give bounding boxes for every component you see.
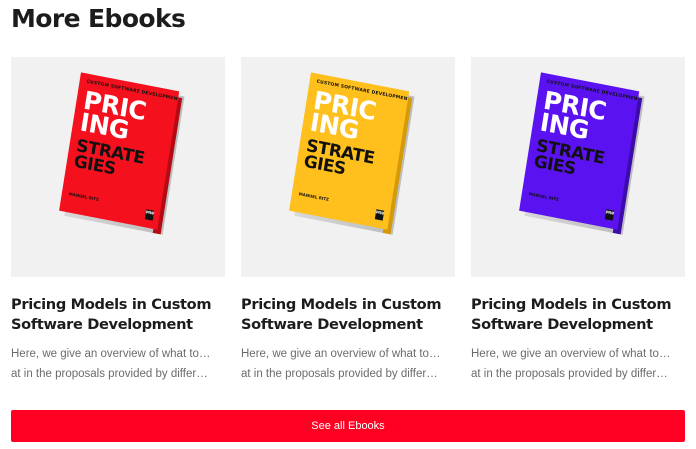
ebook-title-line[interactable]: Pricing Models in Custom bbox=[471, 295, 685, 315]
ebook-cover-image[interactable]: Custom Software Development PRIC ING STR… bbox=[471, 57, 685, 277]
section-title: More Ebooks bbox=[11, 4, 186, 33]
ebook-description-line: at in the proposals provided by differen… bbox=[241, 368, 441, 380]
ebook-title-line[interactable]: Pricing Models in Custom bbox=[11, 295, 225, 315]
ebook-description-line: at in the proposals provided by differen… bbox=[471, 368, 671, 380]
ebook-card[interactable]: Custom Software Development PRIC ING STR… bbox=[11, 57, 225, 384]
ebook-description-line: Here, we give an overview of what to loo… bbox=[241, 348, 441, 360]
ebook-description: Here, we give an overview of what to loo… bbox=[471, 344, 671, 384]
ebook-title-line[interactable]: Software Development bbox=[471, 315, 685, 335]
cover-author: Manuel Ritz bbox=[68, 191, 100, 202]
ebook-description: Here, we give an overview of what to loo… bbox=[241, 344, 441, 384]
publisher-logo: MW bbox=[374, 209, 385, 221]
ebook-title[interactable]: Pricing Models in Custom Software Develo… bbox=[471, 295, 685, 335]
ebook-card[interactable]: Custom Software Development PRIC ING STR… bbox=[471, 57, 685, 384]
book-3d: Custom Software Development PRIC ING STR… bbox=[59, 72, 185, 235]
ebook-cover-image[interactable]: Custom Software Development PRIC ING STR… bbox=[241, 57, 455, 277]
ebook-title[interactable]: Pricing Models in Custom Software Develo… bbox=[11, 295, 225, 335]
ebook-description: Here, we give an overview of what to loo… bbox=[11, 344, 211, 384]
ebook-description-line: Here, we give an overview of what to loo… bbox=[11, 348, 211, 360]
ebook-title-line[interactable]: Software Development bbox=[11, 315, 225, 335]
ebook-description-line: Here, we give an overview of what to loo… bbox=[471, 348, 671, 360]
book-3d: Custom Software Development PRIC ING STR… bbox=[289, 72, 415, 235]
book-3d: Custom Software Development PRIC ING STR… bbox=[519, 72, 645, 235]
ebook-title-line[interactable]: Pricing Models in Custom bbox=[241, 295, 455, 315]
ebook-cover-image[interactable]: Custom Software Development PRIC ING STR… bbox=[11, 57, 225, 277]
ebook-title[interactable]: Pricing Models in Custom Software Develo… bbox=[241, 295, 455, 335]
publisher-logo: MW bbox=[604, 209, 615, 221]
publisher-logo: MW bbox=[144, 209, 155, 221]
ebook-description-line: at in the proposals provided by differen… bbox=[11, 368, 211, 380]
ebook-card[interactable]: Custom Software Development PRIC ING STR… bbox=[241, 57, 455, 384]
see-all-ebooks-button[interactable]: See all Ebooks bbox=[11, 410, 685, 442]
ebook-title-line[interactable]: Software Development bbox=[241, 315, 455, 335]
cover-author: Manuel Ritz bbox=[528, 191, 560, 202]
cover-author: Manuel Ritz bbox=[298, 191, 330, 202]
